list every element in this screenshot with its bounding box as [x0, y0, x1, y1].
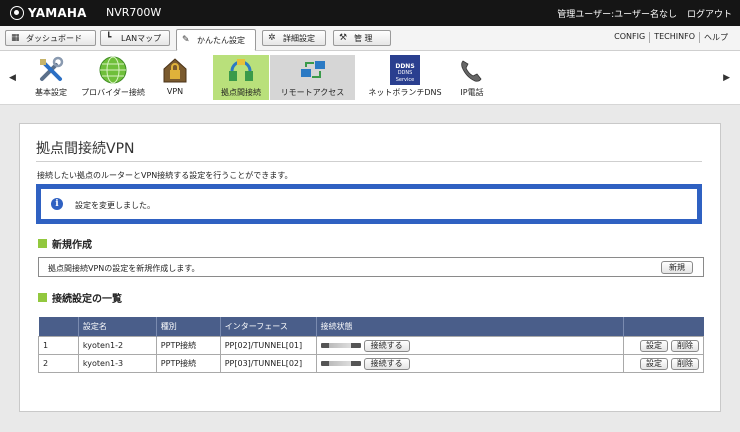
help-link[interactable]: ヘルプ — [699, 32, 732, 43]
menu-label: リモートアクセス — [280, 88, 345, 97]
menu-label: プロバイダー接続 — [81, 88, 145, 97]
gear-icon: ✲ — [268, 32, 276, 43]
new-section-text: 拠点間接続VPNの設定を新規作成します。 — [48, 264, 200, 273]
globe-icon — [99, 56, 127, 84]
phone-icon — [461, 60, 482, 82]
main-tabs: ▦ ダッシュボード ┗ LANマップ ✎ かんたん設定 ✲ 詳細設定 ⚒ 管 理… — [0, 26, 740, 51]
logout-link[interactable]: ログアウト — [687, 7, 732, 20]
ddns-service-text: DDNS Service — [395, 70, 415, 83]
dashboard-icon: ▦ — [11, 32, 20, 43]
row-no: 1 — [38, 336, 79, 355]
menu-site-connection[interactable]: 拠点間接続 — [213, 55, 269, 100]
easy-setup-menu: ◀ 基本設定 プロバイダー接続 VPN 拠点間接続 リモートアクセス DDNS … — [0, 51, 740, 105]
config-link[interactable]: CONFIG — [610, 32, 649, 43]
section-title: 新規作成 — [52, 240, 92, 251]
connection-status-icon — [320, 361, 361, 366]
lock-house-icon — [163, 58, 187, 83]
new-section-heading: 新規作成 — [38, 236, 92, 251]
tab-label: かんたん設定 — [197, 35, 245, 45]
row-no: 2 — [38, 354, 79, 373]
menu-label: IP電話 — [460, 88, 484, 97]
scroll-left-icon[interactable]: ◀ — [9, 73, 16, 83]
row-type: PPTP接続 — [155, 336, 221, 355]
row-actions: 設定 削除 — [623, 354, 704, 373]
row-interface: PP[02]/TUNNEL[01] — [219, 336, 317, 355]
menu-vpn[interactable]: VPN — [158, 55, 192, 100]
menu-ip-phone[interactable]: IP電話 — [455, 55, 489, 100]
edit-button[interactable]: 設定 — [640, 357, 668, 370]
title-divider — [36, 161, 702, 162]
info-icon: i — [51, 198, 63, 210]
col-header-type: 種別 — [156, 317, 221, 337]
remote-access-icon — [300, 61, 325, 78]
tab-label: ダッシュボード — [26, 33, 82, 43]
tab-lan-map[interactable]: ┗ LANマップ — [100, 30, 170, 46]
brand-logo: YAMAHA — [10, 5, 87, 21]
row-status: 接続する — [315, 354, 625, 373]
row-name: kyoten1-3 — [77, 354, 157, 373]
col-header-status: 接続状態 — [316, 317, 625, 337]
row-type: PPTP接続 — [155, 354, 221, 373]
menu-label: VPN — [166, 87, 184, 96]
row-actions: 設定 削除 — [623, 336, 704, 355]
table-header-row: 設定名 種別 インターフェース 接続状態 — [38, 317, 704, 337]
wand-icon: ✎ — [182, 34, 190, 45]
table-row: 2 kyoten1-3 PPTP接続 PP[03]/TUNNEL[02] 接続す… — [38, 354, 704, 373]
tab-dashboard[interactable]: ▦ ダッシュボード — [5, 30, 96, 46]
brand-name: YAMAHA — [28, 6, 87, 20]
menu-netvolante-dns[interactable]: DDNS DDNS Service ネットボランチDNS — [366, 55, 444, 100]
section-marker-icon — [38, 293, 47, 302]
techinfo-link[interactable]: TECHINFO — [649, 32, 699, 43]
current-user: 管理ユーザー:ユーザー名なし — [557, 10, 677, 20]
delete-button[interactable]: 削除 — [671, 357, 699, 370]
tab-label: 詳細設定 — [283, 33, 315, 43]
menu-basic-settings[interactable]: 基本設定 — [30, 55, 72, 100]
connection-status-icon — [320, 343, 361, 348]
tools-icon — [40, 56, 64, 81]
top-bar: YAMAHA NVR700W 管理ユーザー:ユーザー名なし ログアウト — [0, 0, 740, 26]
notice-text: 設定を変更しました。 — [75, 201, 155, 210]
tab-easy-setup[interactable]: ✎ かんたん設定 — [176, 29, 256, 51]
row-interface: PP[03]/TUNNEL[02] — [219, 354, 317, 373]
connection-table: 設定名 種別 インターフェース 接続状態 1 kyoten1-2 PPTP接続 … — [38, 317, 704, 373]
col-header-name: 設定名 — [78, 317, 157, 337]
table-row: 1 kyoten1-2 PPTP接続 PP[02]/TUNNEL[01] 接続す… — [38, 336, 704, 355]
section-title: 接続設定の一覧 — [52, 294, 122, 305]
tab-label: LANマップ — [121, 33, 162, 43]
new-section-box: 拠点間接続VPNの設定を新規作成します。 新規 — [38, 257, 704, 277]
delete-button[interactable]: 削除 — [671, 339, 699, 352]
menu-label: ネットボランチDNS — [368, 88, 442, 97]
yamaha-logo-icon — [10, 6, 24, 20]
menu-label: 拠点間接続 — [221, 88, 261, 97]
site-connect-icon — [229, 59, 253, 81]
lan-map-icon: ┗ — [106, 32, 112, 43]
menu-remote-access[interactable]: リモートアクセス — [270, 55, 355, 100]
menu-provider-connection[interactable]: プロバイダー接続 — [80, 55, 146, 100]
edit-button[interactable]: 設定 — [640, 339, 668, 352]
tab-label: 管 理 — [354, 33, 373, 43]
notice-box: i 設定を変更しました。 — [36, 184, 702, 224]
row-name: kyoten1-2 — [77, 336, 157, 355]
col-header-interface: インターフェース — [220, 317, 317, 337]
content-panel: 拠点間接続VPN 接続したい拠点のルーターとVPN接続する設定を行うことができま… — [19, 123, 721, 412]
page-title: 拠点間接続VPN — [36, 141, 135, 157]
tab-advanced-settings[interactable]: ✲ 詳細設定 — [262, 30, 326, 46]
section-marker-icon — [38, 239, 47, 248]
list-section-heading: 接続設定の一覧 — [38, 290, 122, 305]
tab-management[interactable]: ⚒ 管 理 — [333, 30, 391, 46]
new-button[interactable]: 新規 — [661, 261, 693, 274]
connect-button[interactable]: 接続する — [363, 357, 410, 370]
row-status: 接続する — [315, 336, 625, 355]
page-description: 接続したい拠点のルーターとVPN接続する設定を行うことができます。 — [37, 171, 293, 180]
col-header-no — [38, 317, 79, 337]
menu-label: 基本設定 — [35, 88, 67, 97]
connect-button[interactable]: 接続する — [363, 339, 410, 352]
model-name: NVR700W — [106, 6, 162, 19]
col-header-actions — [623, 317, 704, 337]
ddns-icon: DDNS DDNS Service — [390, 55, 420, 85]
wrench-icon: ⚒ — [339, 32, 348, 43]
scroll-right-icon[interactable]: ▶ — [723, 73, 730, 83]
